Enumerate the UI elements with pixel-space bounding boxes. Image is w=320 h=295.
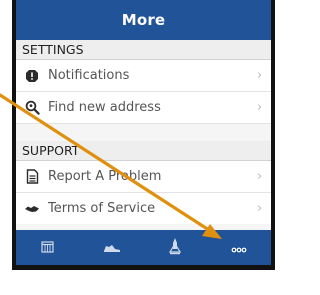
tab-calendar[interactable] xyxy=(16,230,80,265)
chevron-right-icon: › xyxy=(257,201,263,216)
menu-item-find-new-address[interactable]: Find new address › xyxy=(16,92,271,124)
alert-icon xyxy=(16,69,48,83)
menu-item-label: Terms of Service xyxy=(48,201,156,216)
section-header-settings: SETTINGS xyxy=(16,40,271,60)
menu-item-report-a-problem[interactable]: Report A Problem › xyxy=(16,161,271,193)
location-search-icon xyxy=(16,100,48,115)
menu-item-terms-of-service[interactable]: Terms of Service › xyxy=(16,193,271,225)
more-screen: More SETTINGS Notifications › Find new a… xyxy=(16,0,271,265)
chevron-right-icon: › xyxy=(257,169,263,184)
top-bar: More xyxy=(16,0,271,40)
tab-more[interactable] xyxy=(207,230,271,265)
more-icon xyxy=(231,238,247,257)
tab-rocket[interactable] xyxy=(144,230,208,265)
chevron-right-icon: › xyxy=(257,100,263,115)
page-title: More xyxy=(121,11,166,29)
menu-item-notifications[interactable]: Notifications › xyxy=(16,60,271,92)
chevron-right-icon: › xyxy=(257,68,263,83)
rocket-icon xyxy=(169,237,182,259)
menu-item-label: Notifications xyxy=(48,68,130,83)
handshake-icon xyxy=(16,203,48,215)
calendar-icon xyxy=(41,238,54,257)
menu-item-label: Report A Problem xyxy=(48,169,162,184)
menu-item-label: Find new address xyxy=(48,100,161,115)
tab-shoe[interactable] xyxy=(80,230,144,265)
phone-frame: More SETTINGS Notifications › Find new a… xyxy=(12,0,275,270)
tab-bar xyxy=(16,230,271,265)
document-icon xyxy=(16,169,48,184)
section-header-support: SUPPORT xyxy=(16,141,271,161)
shoe-icon xyxy=(103,238,121,257)
